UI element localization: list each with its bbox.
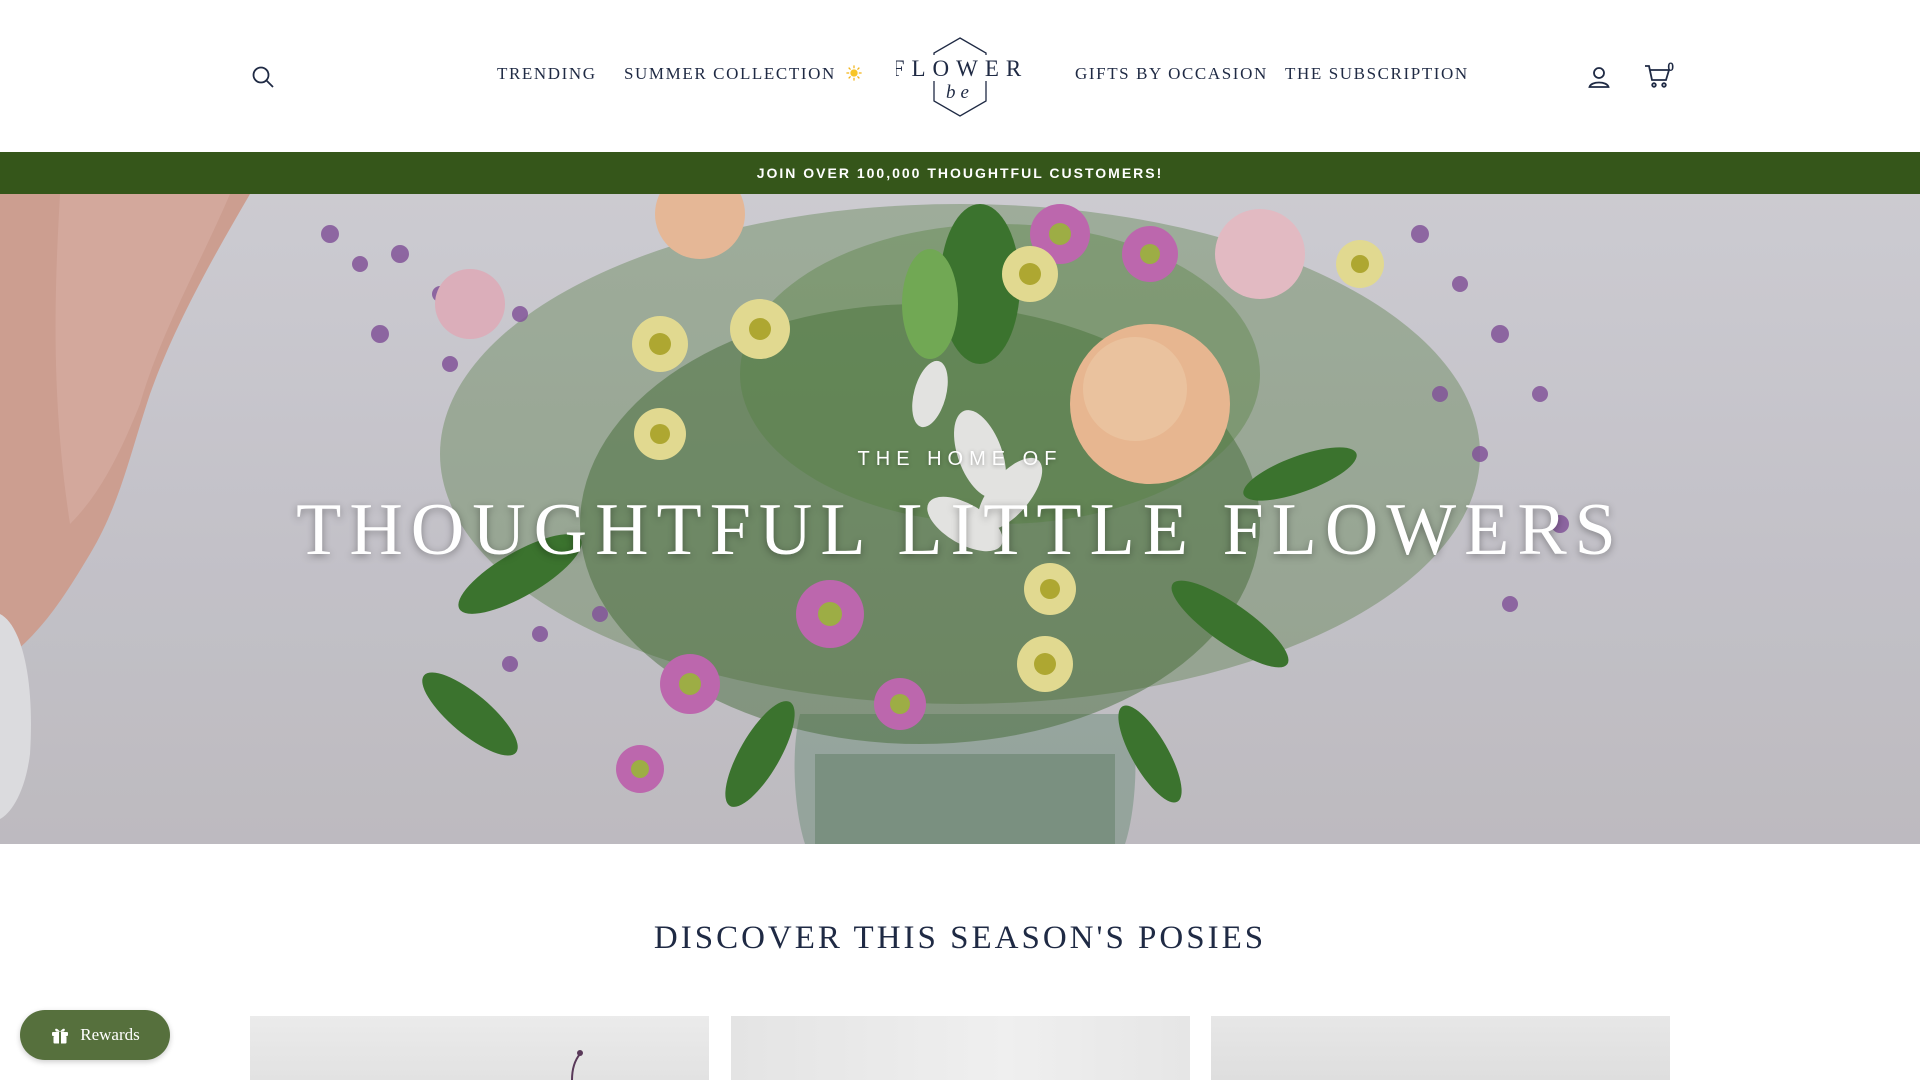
search-icon [252,66,274,88]
nav-trending[interactable]: TRENDING [497,64,597,84]
section-title: DISCOVER THIS SEASON'S POSIES [653,920,1267,956]
nav-gifts-by-occasion[interactable]: GIFTS BY OCCASION [1075,64,1268,84]
account-button[interactable] [1582,60,1616,94]
rewards-button[interactable]: Rewards [20,1010,170,1060]
hero-overline: THE HOME OF [857,448,1063,470]
product-card[interactable] [731,1016,1190,1080]
product-image [1211,1016,1670,1080]
nav-summer-collection-label: SUMMER COLLECTION [624,64,836,83]
cart-button[interactable]: 0 [1638,58,1678,94]
gift-icon [52,1028,69,1044]
logo-text-top: FLOWER [896,56,1024,81]
announcement-bar: JOIN OVER 100,000 THOUGHTFUL CUSTOMERS! [0,152,1920,194]
account-icon [1588,67,1610,88]
product-image [731,1016,1190,1080]
announcement-text: JOIN OVER 100,000 THOUGHTFUL CUSTOMERS! [756,165,1164,181]
site-header: TRENDING SUMMER COLLECTION FLOWER be GIF… [0,0,1920,152]
nav-summer-collection[interactable]: SUMMER COLLECTION [624,64,862,84]
nav-the-subscription[interactable]: THE SUBSCRIPTION [1285,64,1469,84]
logo-mark: FLOWER be [892,37,1024,117]
search-button[interactable] [246,60,280,94]
hero-title: THOUGHTFUL LITTLE FLOWERS [296,489,1624,571]
hero-banner[interactable]: THE HOME OF THOUGHTFUL LITTLE FLOWERS [0,194,1920,844]
sun-icon [846,65,862,81]
cart-count: 0 [1667,60,1674,74]
logo[interactable]: FLOWER be [892,36,1024,118]
product-card[interactable] [250,1016,709,1080]
logo-text-bottom: be [946,82,974,103]
rewards-label: Rewards [80,1025,140,1044]
product-image [571,1050,583,1080]
product-card[interactable] [1211,1016,1670,1080]
